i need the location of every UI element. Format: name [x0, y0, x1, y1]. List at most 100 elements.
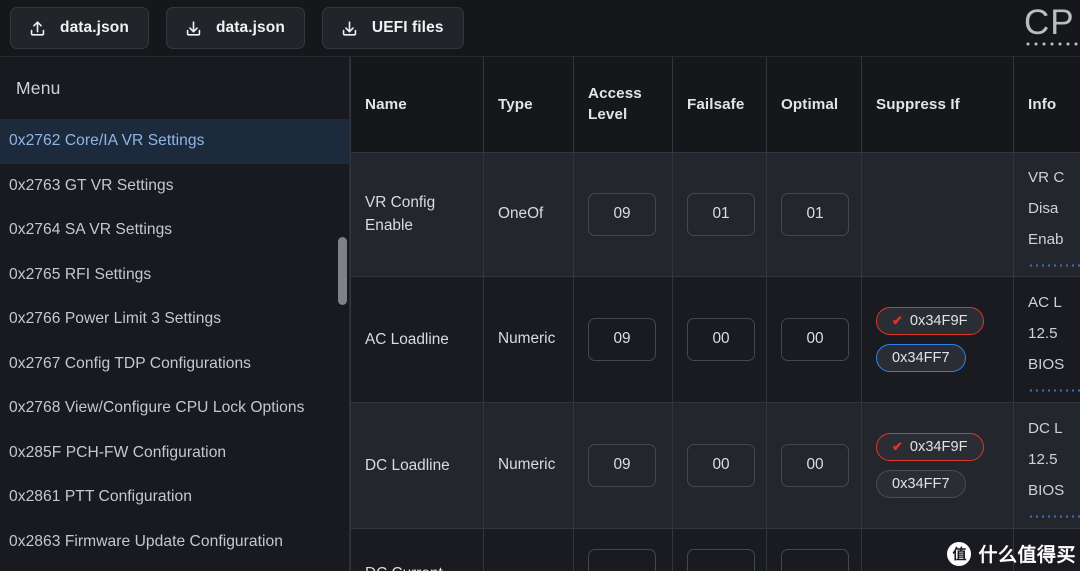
sidebar-item-0x2763[interactable]: 0x2763 GT VR Settings [0, 164, 349, 209]
suppress-if-pill-label: 0x34F9F [909, 312, 968, 329]
download-uefi-files-button[interactable]: UEFI files [321, 7, 464, 49]
cell-access-level: 09 [573, 402, 673, 529]
row-name-line2: Enable [365, 217, 413, 234]
failsafe-value[interactable]: 01 [687, 192, 755, 236]
sidebar-item-0x2768[interactable]: 0x2768 View/Configure CPU Lock Options [0, 386, 349, 431]
upload-data-json-label: data.json [60, 19, 129, 36]
info-line: BIOS [1028, 481, 1065, 499]
sidebar-item-0x2863[interactable]: 0x2863 Firmware Update Configuration [0, 520, 349, 565]
info-line: AC L [1028, 293, 1062, 311]
sidebar-item-0x285F[interactable]: 0x285F PCH-FW Configuration [0, 431, 349, 476]
table-header-row: Name Type Access Level Failsafe Optimal … [350, 57, 1080, 153]
sidebar-title: Menu [16, 77, 61, 98]
table-row: DC Current [350, 528, 1080, 571]
app-brand-logo: CP [1024, 3, 1080, 46]
toolbar: data.json data.json UEFI files CP [0, 0, 1080, 57]
check-icon: ✔ [892, 439, 903, 454]
suppress-if-pill-list: ✔ 0x34F9F 0x34FF7 [876, 432, 999, 498]
info-dotted-underline [1028, 514, 1080, 518]
info-line: Enab [1028, 230, 1064, 248]
suppress-if-pill[interactable]: 0x34FF7 [876, 343, 966, 372]
access-level-value[interactable] [588, 549, 656, 571]
column-header-suppress-if[interactable]: Suppress If [861, 57, 1014, 153]
failsafe-value[interactable]: 00 [687, 443, 755, 487]
cell-name: DC Loadline [350, 402, 484, 529]
cell-optimal: 00 [766, 402, 862, 529]
download-data-json-button[interactable]: data.json [165, 7, 305, 49]
sidebar-item-0x2762[interactable]: 0x2762 Core/IA VR Settings [0, 119, 349, 164]
sidebar-item-0x2767[interactable]: 0x2767 Config TDP Configurations [0, 342, 349, 387]
column-header-failsafe[interactable]: Failsafe [672, 57, 767, 153]
info-line: BIOS [1028, 355, 1065, 373]
column-header-name[interactable]: Name [350, 57, 484, 153]
info-line: 12.5 [1028, 450, 1058, 468]
sidebar-item-label: 0x2762 Core/IA VR Settings [9, 132, 205, 150]
cell-info [1013, 528, 1080, 571]
sidebar-item-label: 0x285F PCH-FW Configuration [9, 443, 227, 461]
info-line: Disa [1028, 199, 1059, 217]
sidebar-item-0x2764[interactable]: 0x2764 SA VR Settings [0, 208, 349, 253]
table-row: AC Loadline Numeric 09 00 00 ✔ 0x34F9F 0… [350, 276, 1080, 403]
info-dotted-underline [1028, 263, 1080, 267]
sidebar-menu-list: 0x2762 Core/IA VR Settings 0x2763 GT VR … [0, 119, 349, 564]
cell-suppress-if: ✔ 0x34F9F 0x34FF7 [861, 402, 1014, 529]
upload-icon [28, 19, 47, 38]
cell-access-level [573, 528, 673, 571]
failsafe-value[interactable]: 00 [687, 317, 755, 361]
column-header-access-level[interactable]: Access Level [573, 57, 673, 153]
sidebar-item-0x2861[interactable]: 0x2861 PTT Configuration [0, 475, 349, 520]
cell-suppress-if: ✔ 0x34F9F 0x34FF7 [861, 276, 1014, 403]
app-brand-text: CP [1024, 3, 1075, 42]
cell-info: VR C Disa Enab [1013, 152, 1080, 277]
suppress-if-pill-label: 0x34F9F [909, 438, 968, 455]
cell-optimal: 00 [766, 276, 862, 403]
brand-dotted-underline [1024, 42, 1080, 46]
cell-name: AC Loadline [350, 276, 484, 403]
cell-failsafe: 00 [672, 402, 767, 529]
sidebar-item-0x2765[interactable]: 0x2765 RFI Settings [0, 253, 349, 298]
failsafe-value[interactable] [687, 549, 755, 571]
optimal-value[interactable]: 00 [781, 317, 849, 361]
sidebar-item-label: 0x2765 RFI Settings [9, 265, 152, 283]
access-level-value[interactable]: 09 [588, 443, 656, 487]
cell-type [483, 528, 574, 571]
optimal-value[interactable] [781, 549, 849, 571]
cell-optimal [766, 528, 862, 571]
cell-info: DC L 12.5 BIOS [1013, 402, 1080, 529]
main-body: Menu 0x2762 Core/IA VR Settings 0x2763 G… [0, 57, 1080, 571]
info-line: DC L [1028, 419, 1063, 437]
suppress-if-pill[interactable]: ✔ 0x34F9F [876, 432, 984, 461]
suppress-if-pill-label: 0x34FF7 [892, 475, 950, 492]
suppress-if-pill[interactable]: ✔ 0x34F9F [876, 306, 984, 335]
optimal-value[interactable]: 01 [781, 192, 849, 236]
cell-suppress-if [861, 528, 1014, 571]
sidebar-scrollbar-thumb[interactable] [338, 237, 347, 305]
sidebar-item-0x2766[interactable]: 0x2766 Power Limit 3 Settings [0, 297, 349, 342]
suppress-if-pill-label: 0x34FF7 [892, 349, 950, 366]
column-header-info[interactable]: Info [1013, 57, 1080, 153]
access-level-value[interactable]: 09 [588, 317, 656, 361]
info-line: VR C [1028, 168, 1065, 186]
sidebar-item-label: 0x2861 PTT Configuration [9, 488, 192, 506]
optimal-value[interactable]: 00 [781, 443, 849, 487]
sidebar-item-label: 0x2764 SA VR Settings [9, 221, 173, 239]
cell-type: Numeric [483, 402, 574, 529]
table-row: VR Config Enable OneOf 09 01 01 VR C Dis… [350, 152, 1080, 277]
settings-table-body: VR Config Enable OneOf 09 01 01 VR C Dis… [350, 152, 1080, 571]
check-icon: ✔ [892, 313, 903, 328]
sidebar: Menu 0x2762 Core/IA VR Settings 0x2763 G… [0, 57, 350, 571]
cell-failsafe: 01 [672, 152, 767, 277]
column-header-optimal[interactable]: Optimal [766, 57, 862, 153]
download-uefi-files-label: UEFI files [371, 19, 444, 36]
column-header-type[interactable]: Type [483, 57, 574, 153]
table-row: DC Loadline Numeric 09 00 00 ✔ 0x34F9F 0… [350, 402, 1080, 529]
cell-name: VR Config Enable [350, 152, 484, 277]
cell-optimal: 01 [766, 152, 862, 277]
upload-data-json-button[interactable]: data.json [10, 7, 149, 49]
settings-table-head: Name Type Access Level Failsafe Optimal … [350, 57, 1080, 153]
sidebar-scrollbar[interactable] [338, 119, 347, 571]
cell-info: AC L 12.5 BIOS [1013, 276, 1080, 403]
access-level-value[interactable]: 09 [588, 192, 656, 236]
suppress-if-pill[interactable]: 0x34FF7 [876, 469, 966, 498]
download-icon [340, 19, 359, 38]
